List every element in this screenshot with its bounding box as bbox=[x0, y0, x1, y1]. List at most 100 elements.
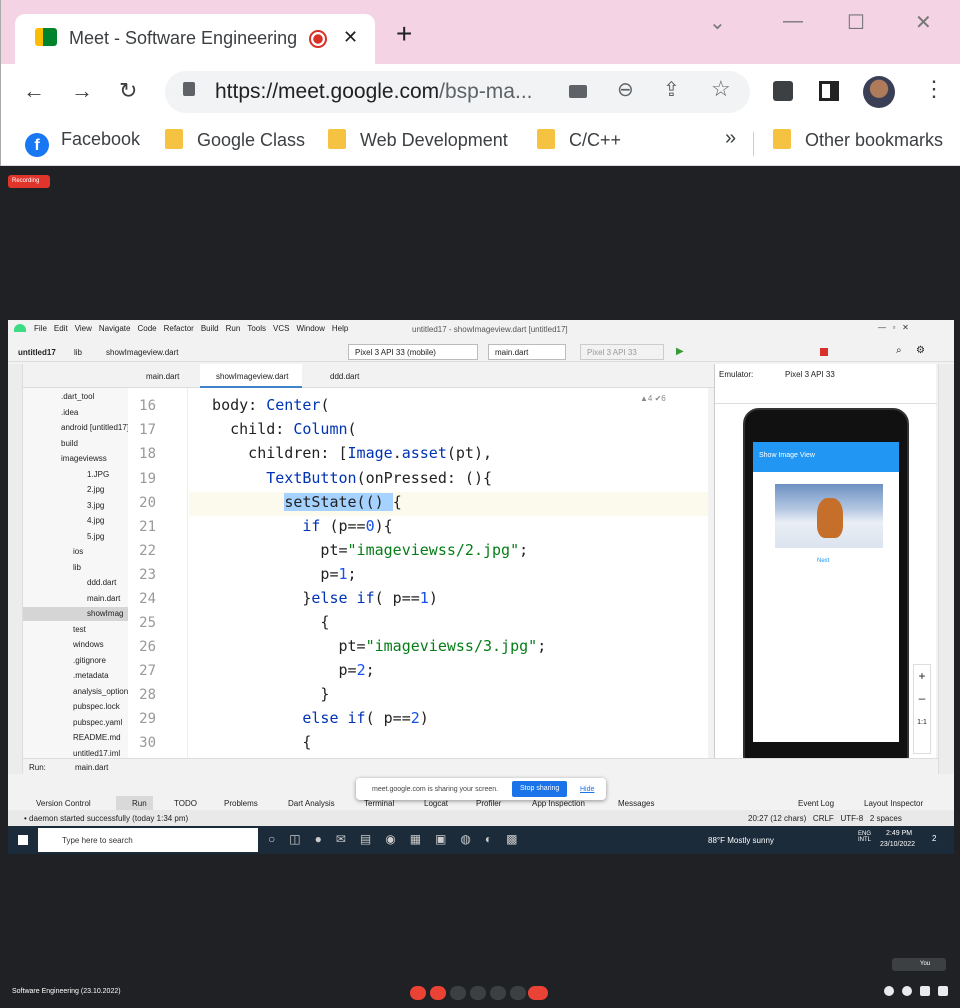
tool-tab[interactable]: App Inspection bbox=[532, 799, 585, 808]
inspection-widget[interactable]: ▲4 ✔6 bbox=[640, 394, 666, 403]
notification-badge[interactable]: 2 bbox=[932, 834, 936, 843]
tree-item[interactable]: .gitignore bbox=[73, 656, 106, 665]
close-tab-icon[interactable]: ✕ bbox=[343, 27, 358, 48]
tree-item[interactable]: pubspec.yaml bbox=[73, 718, 122, 727]
tree-item[interactable]: 4.jpg bbox=[87, 516, 104, 525]
info-icon[interactable] bbox=[884, 986, 894, 996]
tree-item[interactable]: pubspec.lock bbox=[73, 702, 120, 711]
tree-item[interactable]: 3.jpg bbox=[87, 501, 104, 510]
zoom-out-icon[interactable]: ⊖ bbox=[617, 77, 634, 102]
mic-off-button[interactable] bbox=[410, 986, 426, 1000]
minimize-icon[interactable]: — bbox=[783, 10, 803, 33]
tool-tab[interactable]: Event Log bbox=[798, 799, 834, 808]
bookmarks-overflow[interactable]: » bbox=[725, 127, 736, 150]
present-button[interactable] bbox=[490, 986, 506, 1000]
tree-item[interactable]: .dart_tool bbox=[61, 392, 94, 401]
ide-menu[interactable]: File Edit View Navigate Code Refactor Build Run… bbox=[34, 324, 355, 333]
weather-text[interactable]: 88°F Mostly sunny bbox=[708, 836, 774, 845]
tool-tab[interactable]: Problems bbox=[224, 799, 258, 808]
tree-item-selected[interactable]: showImag bbox=[23, 607, 128, 621]
breadcrumb-lib[interactable]: lib bbox=[74, 348, 82, 357]
tree-item[interactable]: lib bbox=[73, 563, 81, 572]
breadcrumb-file[interactable]: showImageview.dart bbox=[106, 348, 178, 357]
share-icon[interactable]: ⇪ bbox=[663, 77, 680, 102]
tab-ddd-dart[interactable]: ddd.dart bbox=[330, 372, 359, 381]
more-options-button[interactable] bbox=[510, 986, 526, 1000]
tool-tab[interactable]: Dart Analysis bbox=[288, 799, 335, 808]
chat-icon[interactable] bbox=[920, 986, 930, 996]
hide-button[interactable]: Hide bbox=[580, 786, 594, 793]
tree-item[interactable]: main.dart bbox=[87, 594, 120, 603]
tree-item[interactable]: windows bbox=[73, 640, 104, 649]
stop-icon[interactable] bbox=[820, 348, 828, 356]
tree-item[interactable]: 1.JPG bbox=[87, 470, 109, 479]
device2-select[interactable]: Pixel 3 API 33 bbox=[580, 344, 664, 360]
emulator-device-tab[interactable]: Pixel 3 API 33 bbox=[785, 370, 835, 379]
more-menu-icon[interactable]: ⋮ bbox=[923, 76, 945, 102]
clock-date[interactable]: 23/10/2022 bbox=[880, 841, 915, 848]
stop-sharing-button[interactable]: Stop sharing bbox=[512, 781, 568, 797]
taskbar-search[interactable]: Type here to search bbox=[38, 828, 258, 852]
tree-item[interactable]: android [untitled17] bbox=[61, 423, 128, 432]
tool-tab[interactable]: Profiler bbox=[476, 799, 501, 808]
tree-item[interactable]: .idea bbox=[61, 408, 78, 417]
close-window-icon[interactable]: ✕ bbox=[915, 10, 932, 35]
taskbar-apps[interactable]: ○◫●✉▤◉▦▣◍◐▩ bbox=[268, 832, 531, 846]
run-file-tab[interactable]: main.dart bbox=[75, 763, 108, 772]
activities-icon[interactable] bbox=[938, 986, 948, 996]
bookmark-facebook[interactable]: f Facebook bbox=[25, 129, 140, 157]
extensions-icon[interactable] bbox=[773, 81, 793, 101]
tool-tab[interactable]: TODO bbox=[174, 799, 197, 808]
tool-tab[interactable]: Messages bbox=[618, 799, 654, 808]
back-icon[interactable]: ← bbox=[23, 78, 45, 104]
reload-icon[interactable]: ↻ bbox=[119, 78, 137, 104]
chevron-down-icon[interactable]: ⌄ bbox=[709, 10, 726, 35]
tab-main-dart[interactable]: main.dart bbox=[146, 372, 179, 381]
run-icon[interactable]: ▶ bbox=[676, 346, 684, 357]
search-icon[interactable]: ⌕ bbox=[896, 345, 902, 356]
lang-indicator[interactable]: ENG INTL bbox=[858, 831, 876, 843]
tab-meet[interactable]: Meet - Software Engineering ✕ bbox=[15, 14, 375, 64]
bookmark-other[interactable]: Other bookmarks bbox=[773, 129, 943, 151]
avatar[interactable] bbox=[863, 76, 895, 108]
maximize-icon[interactable]: ☐ bbox=[847, 10, 865, 35]
tool-tab[interactable]: Version Control bbox=[36, 799, 91, 808]
ide-window-controls[interactable]: — ▫ ✕ bbox=[878, 323, 909, 332]
leave-call-button[interactable] bbox=[528, 986, 548, 1000]
tab-showimageview-dart[interactable]: showImageview.dart bbox=[200, 364, 303, 388]
tree-item[interactable]: analysis_option bbox=[73, 687, 128, 696]
forward-icon[interactable]: → bbox=[71, 78, 93, 104]
raise-hand-button[interactable] bbox=[470, 986, 486, 1000]
camera-icon[interactable] bbox=[569, 85, 587, 98]
tree-item[interactable]: ddd.dart bbox=[87, 578, 116, 587]
star-icon[interactable]: ☆ bbox=[711, 76, 731, 102]
run-config-select[interactable]: main.dart bbox=[488, 344, 566, 360]
bookmark-c-cpp[interactable]: C/C++ bbox=[537, 129, 621, 151]
new-tab-button[interactable]: + bbox=[396, 20, 412, 48]
phone-screen[interactable]: Show Image View Next bbox=[753, 442, 899, 742]
next-button[interactable]: Next bbox=[817, 558, 829, 564]
device-select[interactable]: Pixel 3 API 33 (mobile) bbox=[348, 344, 478, 360]
tool-tab[interactable]: Terminal bbox=[364, 799, 394, 808]
tree-item[interactable]: imageviewss bbox=[61, 454, 107, 463]
windows-start-icon[interactable] bbox=[18, 835, 28, 845]
tree-item[interactable]: ios bbox=[73, 547, 83, 556]
emulator-zoom-controls[interactable]: + –1:1 bbox=[913, 664, 931, 754]
bookmark-google-class[interactable]: Google Class bbox=[165, 129, 305, 151]
people-icon[interactable] bbox=[902, 986, 912, 996]
tree-item[interactable]: 2.jpg bbox=[87, 485, 104, 494]
camera-off-button[interactable] bbox=[430, 986, 446, 1000]
code-editor[interactable]: ▲4 ✔6 16 body: Center( 17 child: Column(… bbox=[128, 388, 708, 758]
tree-item[interactable]: README.md bbox=[73, 733, 121, 742]
tree-item[interactable]: build bbox=[61, 439, 78, 448]
settings-icon[interactable]: ⚙ bbox=[916, 345, 925, 356]
tree-item[interactable]: .metadata bbox=[73, 671, 109, 680]
bookmark-web-development[interactable]: Web Development bbox=[328, 129, 508, 151]
tree-item[interactable]: test bbox=[73, 625, 86, 634]
captions-button[interactable] bbox=[450, 986, 466, 1000]
clock-time[interactable]: 2:49 PM bbox=[886, 830, 912, 837]
tree-item[interactable]: untitled17.iml bbox=[73, 749, 120, 758]
side-panel-icon[interactable] bbox=[819, 81, 839, 101]
tool-tab[interactable]: Layout Inspector bbox=[864, 799, 923, 808]
breadcrumb-project[interactable]: untitled17 bbox=[18, 348, 56, 357]
